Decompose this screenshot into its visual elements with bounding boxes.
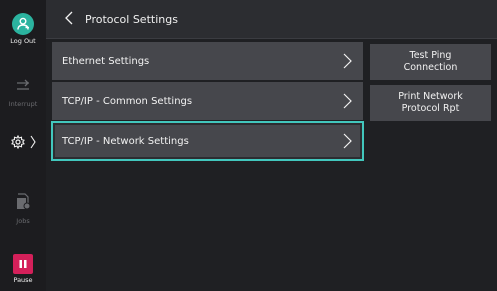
left-rail: Log Out Interrupt Jobs Pause bbox=[0, 0, 46, 291]
jobs-icon bbox=[15, 193, 31, 215]
side-buttons: Test Ping Connection Print Network Proto… bbox=[370, 44, 491, 126]
content-area: Ethernet Settings TCP/IP - Common Settin… bbox=[46, 39, 497, 291]
pause-icon bbox=[13, 254, 33, 274]
gear-icon bbox=[10, 134, 25, 153]
test-ping-connection-button[interactable]: Test Ping Connection bbox=[370, 44, 491, 80]
chevron-right-icon bbox=[341, 93, 353, 109]
ethernet-settings-item[interactable]: Ethernet Settings bbox=[52, 42, 363, 80]
logout-button[interactable]: Log Out bbox=[0, 13, 46, 45]
jobs-button[interactable]: Jobs bbox=[0, 193, 46, 225]
list-item-label: Ethernet Settings bbox=[62, 55, 150, 67]
interrupt-button[interactable]: Interrupt bbox=[0, 78, 46, 108]
user-logout-icon bbox=[12, 13, 34, 35]
page-title: Protocol Settings bbox=[85, 12, 178, 26]
chevron-right-icon bbox=[30, 134, 36, 153]
list-item-label: TCP/IP - Network Settings bbox=[62, 135, 189, 147]
settings-rail-button[interactable] bbox=[0, 134, 46, 153]
chevron-right-icon bbox=[341, 133, 353, 149]
interrupt-icon bbox=[15, 78, 31, 98]
jobs-label: Jobs bbox=[16, 217, 30, 225]
chevron-right-icon bbox=[341, 53, 353, 69]
pause-button[interactable]: Pause bbox=[0, 254, 46, 284]
tcpip-network-settings-item[interactable]: TCP/IP - Network Settings bbox=[51, 121, 364, 161]
header-bar: Protocol Settings bbox=[46, 0, 497, 39]
list-item-label: TCP/IP - Common Settings bbox=[62, 95, 193, 107]
chevron-left-icon bbox=[65, 10, 73, 29]
interrupt-label: Interrupt bbox=[8, 100, 38, 108]
tcpip-common-settings-item[interactable]: TCP/IP - Common Settings bbox=[52, 82, 363, 120]
print-network-protocol-report-button[interactable]: Print Network Protocol Rpt bbox=[370, 85, 491, 121]
logout-label: Log Out bbox=[10, 37, 36, 45]
settings-list: Ethernet Settings TCP/IP - Common Settin… bbox=[51, 42, 364, 162]
back-button[interactable] bbox=[57, 0, 81, 38]
pause-label: Pause bbox=[13, 276, 33, 284]
